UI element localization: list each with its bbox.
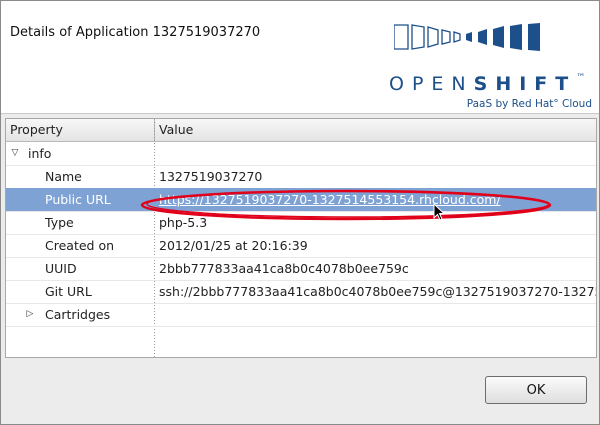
logo-word-open: OPEN: [389, 73, 474, 95]
tree-group-cartridges[interactable]: ▷ Cartridges: [6, 303, 596, 327]
dialog-header: Details of Application 1327519037270 OPE…: [1, 1, 599, 114]
property-label: UUID: [45, 261, 77, 276]
table-row[interactable]: Git URL ssh://2bbb777833aa41ca8b0c4078b0…: [6, 280, 596, 304]
property-label: Public URL: [45, 192, 111, 207]
table-header: Property Value: [6, 119, 596, 142]
property-label: Created on: [45, 238, 115, 253]
property-value: ssh://2bbb777833aa41ca8b0c4078b0ee759c@1…: [159, 284, 596, 299]
table-row[interactable]: UUID 2bbb777833aa41ca8b0c4078b0ee759c: [6, 257, 596, 281]
logo-trademark: ™: [576, 73, 586, 83]
property-value: 2012/01/25 at 20:16:39: [159, 238, 308, 253]
table-row[interactable]: Created on 2012/01/25 at 20:16:39: [6, 234, 596, 258]
table-row-selected[interactable]: Public URL https://1327519037270-1327514…: [6, 188, 596, 212]
property-value: php-5.3: [159, 215, 208, 230]
group-label: Cartridges: [45, 307, 111, 322]
logo-word-shift: SHIFT: [473, 73, 577, 95]
table-row[interactable]: Name 1327519037270: [6, 165, 596, 189]
column-header-property[interactable]: Property: [10, 122, 63, 137]
property-label: Git URL: [45, 284, 92, 299]
openshift-logo-mark-icon: [394, 23, 540, 51]
property-value: 1327519037270: [159, 169, 263, 184]
openshift-logo: OPENSHIFT™ PaaS by Red Hat° Cloud: [389, 21, 594, 111]
public-url-link[interactable]: https://1327519037270-1327514553154.rhcl…: [159, 192, 501, 207]
application-details-dialog: Details of Application 1327519037270 OPE…: [0, 0, 600, 425]
openshift-wordmark: OPENSHIFT™: [389, 73, 592, 95]
tree-group-info[interactable]: ▽ info: [6, 142, 596, 166]
group-label: info: [28, 146, 52, 161]
column-header-value[interactable]: Value: [159, 122, 193, 137]
table-row[interactable]: Type php-5.3: [6, 211, 596, 235]
property-label: Type: [45, 215, 74, 230]
property-label: Name: [45, 169, 82, 184]
ok-button[interactable]: OK: [485, 376, 587, 404]
logo-subtitle: PaaS by Red Hat° Cloud: [466, 98, 592, 110]
properties-table[interactable]: Property Value ▽ info Name 1327519037270…: [5, 118, 597, 358]
expand-triangle-icon[interactable]: ▷: [24, 308, 36, 320]
property-value: 2bbb777833aa41ca8b0c4078b0ee759c: [159, 261, 409, 276]
collapse-triangle-icon[interactable]: ▽: [9, 147, 21, 159]
dialog-title: Details of Application 1327519037270: [10, 25, 261, 40]
